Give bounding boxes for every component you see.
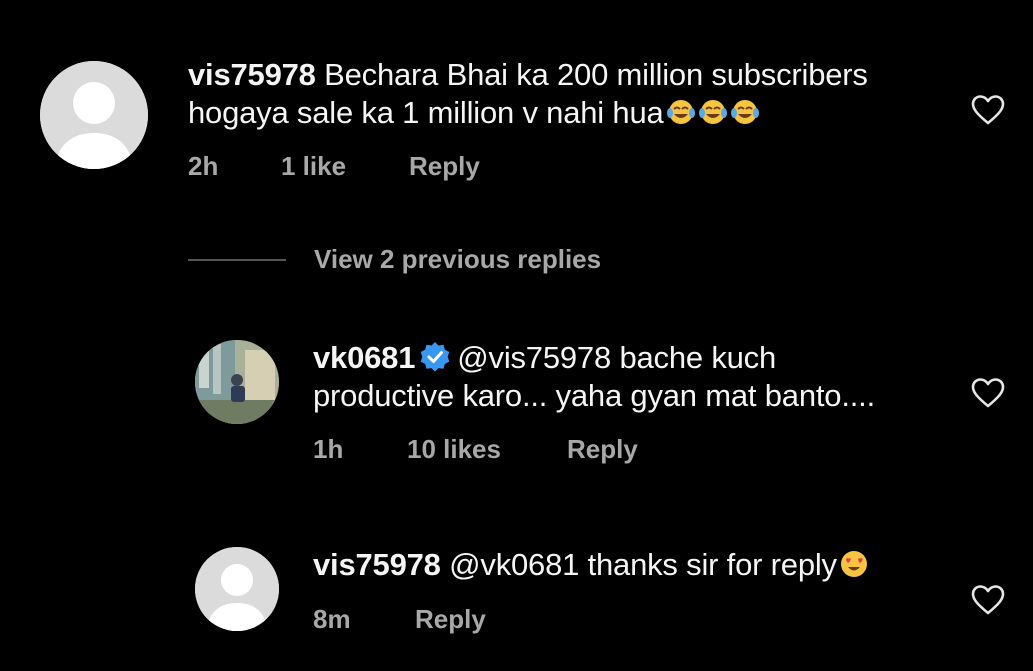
reply-text-body: thanks sir for reply	[587, 547, 837, 582]
verified-badge-icon	[420, 342, 450, 372]
comment-text-line2: hogaya sale ka 1 million v nahi hua	[188, 95, 664, 130]
reply-text: vis75978 @vk0681 thanks sir for reply	[313, 546, 953, 584]
reply-likes[interactable]: 10 likes	[407, 434, 501, 465]
comment-likes[interactable]: 1 like	[281, 151, 346, 182]
comment-1: vis75978 Bechara Bhai ka 200 million sub…	[0, 0, 1033, 200]
reply-meta: 1h 10 likes Reply	[313, 434, 713, 464]
reply-button[interactable]: Reply	[409, 151, 480, 182]
reply-button[interactable]: Reply	[567, 434, 638, 465]
reply-text-line1: bache kuch	[619, 340, 776, 375]
view-replies-label[interactable]: View 2 previous replies	[314, 244, 601, 275]
avatar-placeholder-icon	[40, 61, 148, 169]
heart-outline-icon[interactable]	[971, 584, 1005, 616]
comment-text-line1: Bechara Bhai ka 200 million subscribers	[324, 57, 868, 92]
avatar-placeholder-icon	[195, 547, 279, 631]
reply-meta: 8m Reply	[313, 604, 613, 634]
avatar[interactable]	[195, 547, 279, 631]
reply-username[interactable]: vis75978	[313, 547, 441, 582]
tears-of-joy-emoji	[664, 95, 760, 130]
heart-outline-icon[interactable]	[971, 377, 1005, 409]
tears-of-joy-icon	[666, 100, 695, 124]
reply-text: vk0681 @vis75978 bache kuch productive ka…	[313, 339, 953, 415]
heart-outline-icon[interactable]	[971, 94, 1005, 126]
reply-2: vis75978 @vk0681 thanks sir for reply 8m…	[0, 530, 1033, 671]
reply-time: 8m	[313, 604, 351, 634]
reply-mention[interactable]: @vk0681	[449, 547, 579, 582]
comment-username[interactable]: vis75978	[188, 57, 316, 92]
tears-of-joy-icon	[730, 100, 759, 124]
heart-eyes-icon	[840, 551, 867, 577]
comment-time: 2h	[188, 151, 219, 181]
avatar[interactable]	[40, 61, 148, 169]
avatar-photo[interactable]	[195, 340, 279, 424]
comment-meta: 2h 1 like Reply	[188, 151, 588, 181]
reply-username[interactable]: vk0681	[313, 340, 415, 375]
heart-eyes-emoji	[837, 547, 869, 582]
comment-text: vis75978 Bechara Bhai ka 200 million sub…	[188, 56, 948, 132]
reply-time: 1h	[313, 434, 344, 464]
reply-mention[interactable]: @vis75978	[457, 340, 611, 375]
reply-text-line2: productive karo... yaha gyan mat banto..…	[313, 378, 875, 413]
reply-1: vk0681 @vis75978 bache kuch productive ka…	[0, 320, 1033, 480]
divider-line	[188, 259, 286, 261]
reply-button[interactable]: Reply	[415, 604, 486, 635]
tears-of-joy-icon	[698, 100, 727, 124]
profile-photo-icon	[195, 340, 279, 424]
